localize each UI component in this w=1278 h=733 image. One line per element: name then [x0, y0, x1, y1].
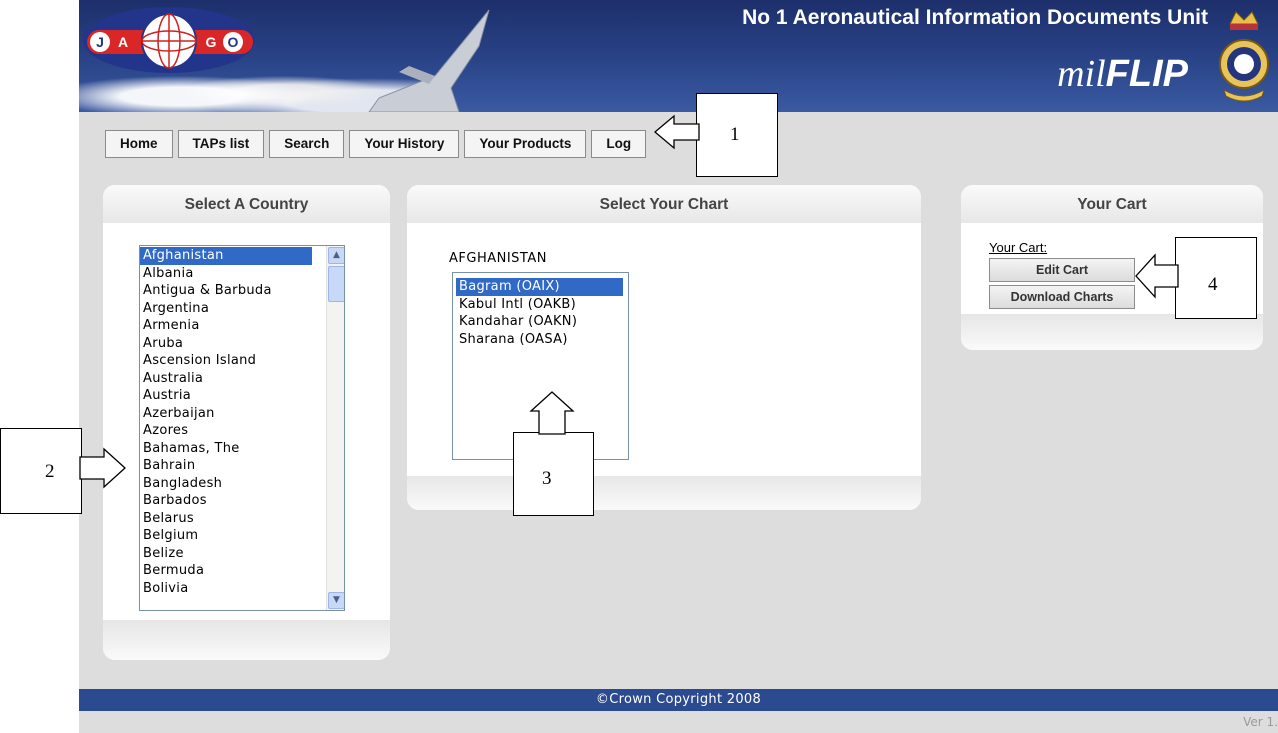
- cart-panel-footer: [961, 314, 1263, 350]
- scroll-thumb[interactable]: [328, 266, 344, 302]
- left-arrow-icon: [1135, 253, 1179, 299]
- country-panel-title: Select A Country: [103, 185, 390, 223]
- country-option[interactable]: Bahrain: [140, 457, 312, 475]
- logo-letter-a: A: [118, 34, 128, 50]
- chart-panel-footer: [407, 476, 921, 510]
- main-nav: Home TAPs list Search Your History Your …: [105, 130, 651, 158]
- country-option[interactable]: Belize: [140, 545, 312, 563]
- country-listbox[interactable]: Afghanistan Albania Antigua & Barbuda Ar…: [139, 245, 345, 611]
- nav-your-history-button[interactable]: Your History: [349, 130, 460, 158]
- country-option[interactable]: Aruba: [140, 335, 312, 353]
- callout-3-box: 3: [513, 432, 594, 516]
- country-option[interactable]: Bangladesh: [140, 475, 312, 493]
- country-option[interactable]: Antigua & Barbuda: [140, 282, 312, 300]
- logo-letter-j: J: [96, 34, 104, 50]
- edit-cart-button[interactable]: Edit Cart: [989, 258, 1135, 282]
- right-arrow-icon: [79, 447, 126, 489]
- logo-letter-g: G: [206, 34, 217, 50]
- nav-your-products-button[interactable]: Your Products: [464, 130, 587, 158]
- country-option[interactable]: Albania: [140, 265, 312, 283]
- country-option[interactable]: Bermuda: [140, 562, 312, 580]
- chart-option[interactable]: Bagram (OAIX): [456, 278, 623, 296]
- country-option[interactable]: Argentina: [140, 300, 312, 318]
- callout-2-number: 2: [45, 461, 55, 482]
- download-charts-button[interactable]: Download Charts: [989, 285, 1135, 309]
- unit-crest-icon: [1219, 11, 1269, 102]
- milflip-brand: milFLIP: [1057, 52, 1188, 96]
- chart-option[interactable]: Sharana (OASA): [456, 331, 623, 349]
- jet-graphic: [368, 9, 490, 112]
- callout-1-box: 1: [696, 93, 778, 177]
- brand-prefix: mil: [1057, 53, 1106, 95]
- country-option[interactable]: Ascension Island: [140, 352, 312, 370]
- country-option[interactable]: Armenia: [140, 317, 312, 335]
- country-option[interactable]: Azores: [140, 422, 312, 440]
- callout-1-number: 1: [730, 124, 740, 145]
- copyright-footer: ©Crown Copyright 2008: [79, 689, 1278, 711]
- nav-taps-list-button[interactable]: TAPs list: [177, 130, 265, 158]
- country-option[interactable]: Barbados: [140, 492, 312, 510]
- callout-2-box: 2: [0, 428, 82, 514]
- selected-country-label: AFGHANISTAN: [449, 251, 547, 266]
- scroll-up-icon[interactable]: ▲: [328, 247, 344, 264]
- country-option[interactable]: Belgium: [140, 527, 312, 545]
- chart-panel: Select Your Chart AFGHANISTAN Bagram (OA…: [407, 185, 921, 510]
- nav-search-button[interactable]: Search: [269, 130, 345, 158]
- country-panel: Select A Country Afghanistan Albania Ant…: [103, 185, 390, 660]
- country-option[interactable]: Austria: [140, 387, 312, 405]
- nav-logout-button[interactable]: Log: [591, 130, 647, 158]
- country-panel-footer: [103, 620, 390, 660]
- callout-4-number: 4: [1208, 274, 1218, 295]
- chart-option[interactable]: Kandahar (OAKN): [456, 313, 623, 331]
- callout-3-number: 3: [542, 468, 552, 489]
- chart-option[interactable]: Kabul Intl (OAKB): [456, 296, 623, 314]
- site-title: No 1 Aeronautical Information Documents …: [742, 6, 1208, 29]
- page-body: J A G O No 1 Aeronautical Information Do…: [79, 0, 1278, 733]
- country-option[interactable]: Azerbaijan: [140, 405, 312, 423]
- country-list-scrollbar[interactable]: ▲ ▼: [326, 246, 344, 610]
- cart-label: Your Cart:: [989, 240, 1048, 255]
- logo-letter-o: O: [228, 34, 239, 50]
- callout-4-box: 4: [1175, 237, 1257, 319]
- jago-logo: J A G O: [83, 7, 255, 73]
- chart-panel-title: Select Your Chart: [407, 185, 921, 223]
- country-option[interactable]: Australia: [140, 370, 312, 388]
- chart-options: Bagram (OAIX) Kabul Intl (OAKB) Kandahar…: [456, 278, 623, 348]
- left-arrow-icon: [653, 114, 700, 150]
- country-option[interactable]: Belarus: [140, 510, 312, 528]
- brand-suffix: FLIP: [1105, 53, 1188, 95]
- country-options: Afghanistan Albania Antigua & Barbuda Ar…: [140, 247, 312, 597]
- site-header: J A G O No 1 Aeronautical Information Do…: [79, 0, 1278, 112]
- version-label: Ver 1.: [1243, 715, 1278, 729]
- up-arrow-icon: [529, 391, 575, 435]
- scroll-down-icon[interactable]: ▼: [328, 592, 344, 609]
- country-option[interactable]: Bahamas, The: [140, 440, 312, 458]
- country-option[interactable]: Bolivia: [140, 580, 312, 598]
- country-option[interactable]: Afghanistan: [140, 247, 312, 265]
- nav-home-button[interactable]: Home: [105, 130, 173, 158]
- cart-panel-title: Your Cart: [961, 185, 1263, 223]
